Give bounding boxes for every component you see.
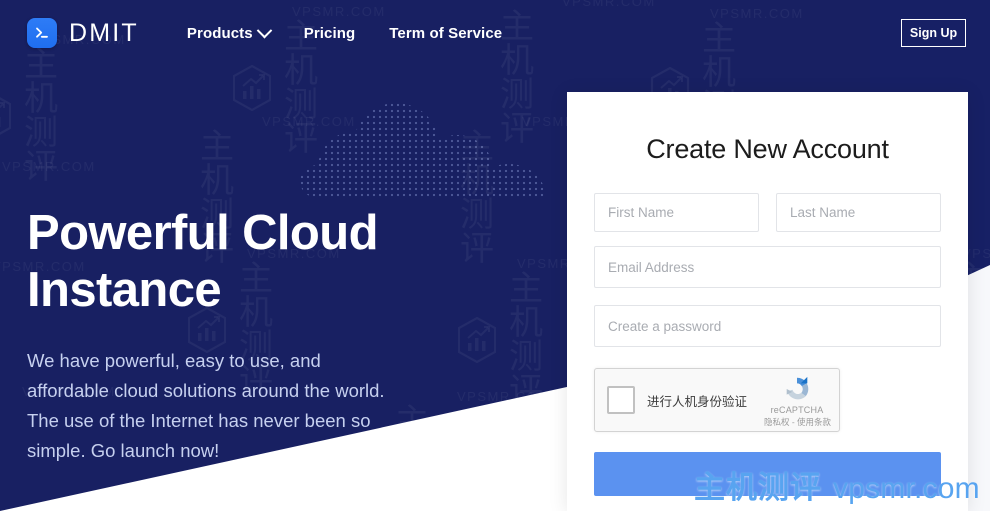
password-input[interactable] bbox=[594, 305, 941, 347]
name-row bbox=[594, 193, 941, 232]
hero-section: Powerful Cloud Instance We have powerful… bbox=[27, 205, 457, 466]
cloud-dot-pattern-decoration bbox=[300, 103, 545, 198]
signup-button[interactable]: Sign Up bbox=[901, 19, 966, 47]
hero-title-line-1: Powerful Cloud bbox=[27, 206, 379, 260]
recaptcha-links[interactable]: 隐私权 - 使用条款 bbox=[764, 416, 831, 428]
nav-item-label: Term of Service bbox=[389, 24, 503, 42]
brand-name: DMIT bbox=[69, 18, 139, 47]
page-root: VPSMR.COM 主机测评 VPSMR.COM 主机测评 VPSMR.COM … bbox=[0, 0, 990, 511]
signup-form-card: Create New Account 进行人机身份验证 bbox=[567, 92, 968, 511]
chevron-down-icon bbox=[256, 22, 272, 38]
overlay-watermark: 主机测评 vpsmr.com bbox=[694, 462, 980, 507]
recaptcha-branding: reCAPTCHA 隐私权 - 使用条款 bbox=[764, 374, 831, 428]
nav-item-term-of-service[interactable]: Term of Service bbox=[389, 25, 502, 42]
hero-title: Powerful Cloud Instance bbox=[27, 205, 457, 320]
nav-item-label: Pricing bbox=[303, 24, 356, 42]
recaptcha-label: 进行人机身份验证 bbox=[647, 394, 748, 409]
overlay-watermark-cn: 主机测评 bbox=[694, 470, 822, 505]
nav-item-label: Products bbox=[186, 24, 253, 42]
brand-logo[interactable]: DMIT bbox=[27, 18, 139, 48]
recaptcha-widget[interactable]: 进行人机身份验证 reCAPTCHA 隐私权 - 使用条款 bbox=[594, 368, 840, 432]
recaptcha-brand-name: reCAPTCHA bbox=[770, 405, 824, 415]
hero-title-line-2: Instance bbox=[27, 263, 222, 318]
form-body: 进行人机身份验证 reCAPTCHA 隐私权 - 使用条款 bbox=[567, 165, 968, 496]
hero-paragraph: We have powerful, easy to use, and affor… bbox=[27, 349, 385, 461]
main-navigation: Products Pricing Term of Service bbox=[186, 22, 502, 42]
overlay-watermark-domain: vpsmr.com bbox=[833, 472, 980, 505]
first-name-input[interactable] bbox=[594, 193, 759, 232]
nav-item-pricing[interactable]: Pricing bbox=[304, 25, 356, 42]
nav-item-products[interactable]: Products bbox=[186, 22, 272, 42]
terminal-prompt-icon bbox=[27, 18, 57, 48]
recaptcha-checkbox[interactable] bbox=[607, 386, 635, 414]
site-header: DMIT Products Pricing Term of Service Si… bbox=[0, 0, 990, 66]
form-title: Create New Account bbox=[646, 134, 889, 164]
recaptcha-logo-icon bbox=[786, 376, 809, 400]
email-input[interactable] bbox=[594, 246, 941, 288]
last-name-input[interactable] bbox=[776, 193, 941, 232]
